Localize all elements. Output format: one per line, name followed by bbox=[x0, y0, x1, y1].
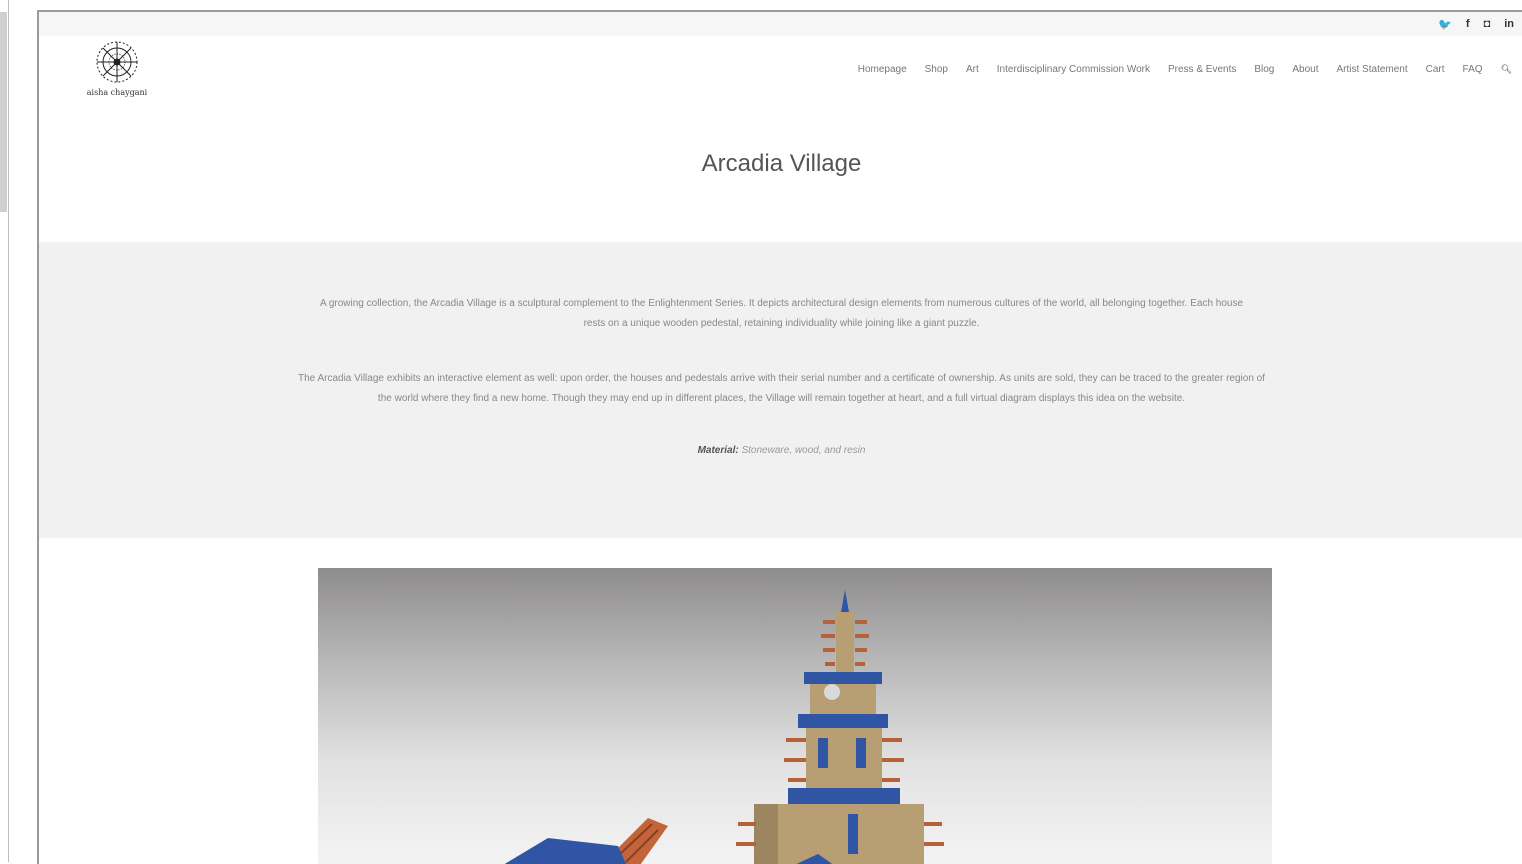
logo-mandala-icon bbox=[96, 41, 138, 83]
facebook-icon[interactable]: f bbox=[1466, 18, 1470, 30]
description-paragraph-1: A growing collection, the Arcadia Villag… bbox=[319, 298, 1244, 329]
nav-item-art[interactable]: Art bbox=[966, 64, 979, 75]
linkedin-icon[interactable]: in bbox=[1504, 18, 1514, 30]
arcadia-village-sculpture-image bbox=[504, 590, 944, 864]
artwork-photo[interactable] bbox=[318, 568, 1272, 864]
brand-name: aisha chaygani bbox=[86, 88, 148, 97]
site-logo[interactable]: aisha chaygani bbox=[75, 38, 159, 97]
nav-item-faq[interactable]: FAQ bbox=[1463, 64, 1483, 75]
nav-item-artist-statement[interactable]: Artist Statement bbox=[1337, 64, 1408, 75]
instagram-icon[interactable]: ◘ bbox=[1484, 18, 1491, 30]
site-header: aisha chaygani Homepage Shop Art Interdi… bbox=[39, 36, 1522, 110]
browser-page: 🐦 f ◘ in aisha chaygani Homepage Shop Ar… bbox=[37, 10, 1522, 864]
nav-item-cart[interactable]: Cart bbox=[1426, 64, 1445, 75]
viewer-left-strip bbox=[0, 0, 9, 862]
nav-item-about[interactable]: About bbox=[1292, 64, 1318, 75]
material-value: Stoneware, wood, and resin bbox=[741, 445, 866, 456]
twitter-icon[interactable]: 🐦 bbox=[1438, 18, 1452, 31]
nav-item-blog[interactable]: Blog bbox=[1254, 64, 1274, 75]
material-line: Material: Stoneware, wood, and resin bbox=[698, 445, 866, 456]
material-label: Material: bbox=[697, 445, 739, 456]
main-nav: Homepage Shop Art Interdisciplinary Comm… bbox=[858, 64, 1512, 75]
scrollbar-thumb[interactable] bbox=[0, 12, 7, 212]
title-area: Arcadia Village bbox=[39, 110, 1522, 242]
social-bar: 🐦 f ◘ in bbox=[39, 12, 1522, 36]
search-icon[interactable]: 🔍︎ bbox=[1501, 64, 1512, 75]
description-paragraph-2: The Arcadia Village exhibits an interact… bbox=[297, 373, 1266, 404]
nav-item-homepage[interactable]: Homepage bbox=[858, 64, 907, 75]
page-title: Arcadia Village bbox=[701, 150, 862, 177]
nav-item-press-events[interactable]: Press & Events bbox=[1168, 64, 1236, 75]
nav-item-commission-work[interactable]: Interdisciplinary Commission Work bbox=[997, 64, 1150, 75]
description-band: A growing collection, the Arcadia Villag… bbox=[39, 242, 1522, 538]
nav-item-shop[interactable]: Shop bbox=[925, 64, 948, 75]
